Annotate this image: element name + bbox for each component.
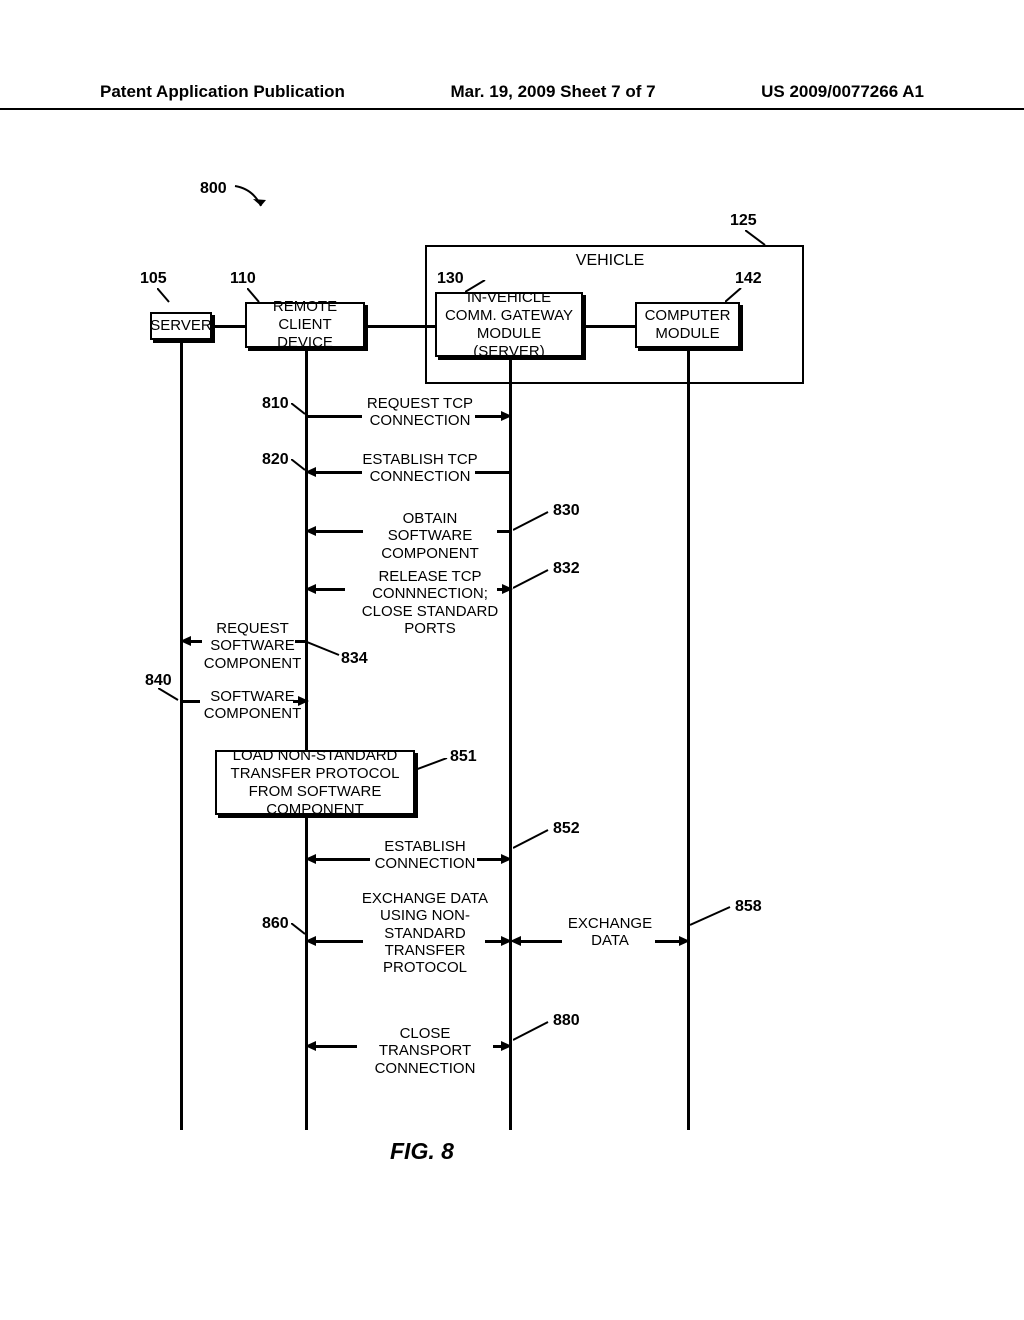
arrow-line [190,640,202,643]
load-protocol-box: LOAD NON-STANDARD TRANSFER PROTOCOL FROM… [215,750,415,815]
arrow-left-icon [510,936,521,946]
msg-880: CLOSE TRANSPORT CONNECTION [355,1025,495,1077]
arrow-line [315,588,345,591]
gateway-box: IN-VEHICLE COMM. GATEWAY MODULE (SERVER) [435,292,583,357]
ref-852: 852 [553,820,580,838]
arrow-line [475,415,503,418]
sequence-diagram: 800 125 VEHICLE 105 110 130 142 SERVER R… [145,170,845,1170]
leader-icon [513,568,558,593]
arrow-left-icon [305,854,316,864]
vehicle-label: VEHICLE [545,252,675,270]
ref-105: 105 [140,270,167,288]
arrow-line [315,530,363,533]
arrow-right-icon [502,584,513,594]
connector [365,325,435,328]
arrow-left-icon [305,584,316,594]
connector [212,325,245,328]
arrow-line [655,940,681,943]
remote-client-label: REMOTE CLIENT DEVICE [253,298,357,352]
ref-125: 125 [730,212,757,230]
lifeline-computer [687,348,690,1130]
leader-icon [158,688,183,706]
arrow-line [497,530,511,533]
msg-820: ESTABLISH TCP CONNECTION [360,451,480,486]
ref-110: 110 [230,270,256,288]
header-left: Patent Application Publication [100,82,345,102]
arrow-line [182,700,200,703]
arrow-right-icon [501,854,512,864]
arrow-right-icon [298,696,309,706]
arrow-line [295,640,307,643]
ref-858: 858 [735,898,762,916]
ref-820: 820 [262,451,289,469]
leader-icon [513,510,558,535]
msg-860: EXCHANGE DATA USING NON-STANDARD TRANSFE… [360,890,490,976]
server-box: SERVER [150,312,212,340]
ref-830: 830 [553,502,580,520]
msg-830: OBTAIN SOFTWARE COMPONENT [360,510,500,562]
msg-832: RELEASE TCP CONNNECTION; CLOSE STANDARD … [345,568,515,637]
lifeline-gateway [509,358,512,1130]
ref-832: 832 [553,560,580,578]
ref-834: 834 [341,650,368,668]
page: Patent Application Publication Mar. 19, … [0,0,1024,1320]
arrow-line [307,415,362,418]
computer-module-box: COMPUTER MODULE [635,302,740,348]
ref-880: 880 [553,1012,580,1030]
arrow-line [315,940,363,943]
lifeline-server [180,340,183,1130]
arrow-line [315,858,370,861]
leader-icon [415,758,455,778]
msg-858: EXCHANGE DATA [560,915,660,950]
arrow-line [475,471,511,474]
page-header: Patent Application Publication Mar. 19, … [0,82,1024,110]
arrow-right-icon [679,936,690,946]
arrow-left-icon [305,467,316,477]
ref-810: 810 [262,395,289,413]
arrow-line [315,1045,357,1048]
ref-851: 851 [450,748,477,766]
msg-840: SOFTWARE COMPONENT [200,688,305,723]
connector [583,325,635,328]
arrow-right-icon [501,1041,512,1051]
arrow-right-icon [501,411,512,421]
ref-arrow-icon [233,184,273,214]
ref-130: 130 [437,270,464,288]
figure-caption: FIG. 8 [390,1138,454,1165]
arrow-left-icon [305,936,316,946]
ref-860: 860 [262,915,289,933]
msg-834: REQUEST SOFTWARE COMPONENT [200,620,305,672]
msg-852: ESTABLISH CONNECTION [370,838,480,873]
ref-142: 142 [735,270,762,288]
gateway-label: IN-VEHICLE COMM. GATEWAY MODULE (SERVER) [443,289,575,361]
server-label: SERVER [150,317,211,335]
arrow-line [315,471,362,474]
ref-800: 800 [200,180,227,198]
leader-icon [690,905,740,930]
arrow-left-icon [305,526,316,536]
arrow-left-icon [305,1041,316,1051]
arrow-left-icon [180,636,191,646]
load-protocol-label: LOAD NON-STANDARD TRANSFER PROTOCOL FROM… [223,747,407,819]
msg-810: REQUEST TCP CONNECTION [360,395,480,430]
leader-icon [513,828,558,853]
arrow-line [520,940,562,943]
remote-client-box: REMOTE CLIENT DEVICE [245,302,365,348]
leader-icon [157,288,177,308]
computer-module-label: COMPUTER MODULE [643,307,732,343]
leader-icon [513,1020,558,1045]
header-center: Mar. 19, 2009 Sheet 7 of 7 [451,82,656,102]
header-right: US 2009/0077266 A1 [761,82,924,102]
